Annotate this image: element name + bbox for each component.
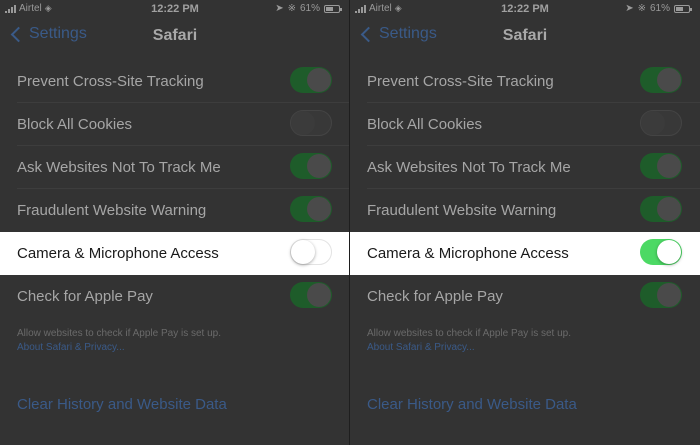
- toggle-knob: [657, 154, 681, 178]
- ask-websites-not-to-track-toggle[interactable]: [290, 153, 332, 179]
- page-title: Safari: [502, 27, 548, 44]
- toggle-knob: [307, 283, 331, 307]
- toggle-knob: [291, 111, 315, 135]
- about-safari-privacy-link[interactable]: About Safari & Privacy...: [17, 342, 125, 353]
- setting-label: Block All Cookies: [17, 116, 133, 133]
- fraudulent-website-warning-toggle[interactable]: [640, 196, 682, 222]
- setting-label: Camera & Microphone Access: [17, 245, 219, 262]
- toggle-knob: [641, 111, 665, 135]
- setting-row-fraudulent-website-warning: Fraudulent Website Warning: [0, 189, 350, 232]
- setting-label: Fraudulent Website Warning: [367, 202, 557, 219]
- location-icon: ➤: [625, 3, 634, 14]
- settings-screen-after: Airtel ◈ 12:22 PM ➤ ※ 61% Settings Safar…: [350, 0, 700, 445]
- bluetooth-icon: ※: [637, 3, 646, 14]
- setting-row-check-for-apple-pay: Check for Apple Pay: [350, 275, 700, 318]
- setting-label: Ask Websites Not To Track Me: [17, 159, 221, 176]
- setting-row-camera-microphone-access: Camera & Microphone Access: [0, 232, 350, 275]
- setting-label: Check for Apple Pay: [17, 288, 153, 305]
- camera-microphone-access-toggle[interactable]: [290, 239, 332, 265]
- setting-label: Fraudulent Website Warning: [17, 202, 207, 219]
- setting-label: Block All Cookies: [367, 116, 483, 133]
- block-all-cookies-toggle[interactable]: [290, 110, 332, 136]
- check-for-apple-pay-toggle[interactable]: [290, 282, 332, 308]
- page-title: Safari: [152, 27, 198, 44]
- toggle-knob: [657, 197, 681, 221]
- setting-label: Check for Apple Pay: [367, 288, 503, 305]
- setting-row-prevent-cross-site-tracking: Prevent Cross-Site Tracking: [0, 60, 350, 103]
- apple-pay-footnote: Allow websites to check if Apple Pay is …: [367, 328, 571, 339]
- apple-pay-footnote: Allow websites to check if Apple Pay is …: [17, 328, 221, 339]
- location-icon: ➤: [275, 3, 284, 14]
- toggle-knob: [657, 68, 681, 92]
- battery-percent: 61%: [649, 3, 670, 14]
- setting-row-block-all-cookies: Block All Cookies: [0, 103, 350, 146]
- check-for-apple-pay-toggle[interactable]: [640, 282, 682, 308]
- toggle-knob: [291, 240, 315, 264]
- clear-history-button[interactable]: Clear History and Website Data: [17, 396, 227, 413]
- toggle-knob: [657, 283, 681, 307]
- setting-row-check-for-apple-pay: Check for Apple Pay: [0, 275, 350, 318]
- battery-percent: 61%: [299, 3, 320, 14]
- setting-label: Camera & Microphone Access: [367, 245, 569, 262]
- bluetooth-icon: ※: [287, 3, 296, 14]
- toggle-knob: [307, 197, 331, 221]
- status-bar: Airtel ◈ 12:22 PM ➤ ※ 61%: [0, 0, 350, 18]
- setting-row-ask-websites-not-to-track: Ask Websites Not To Track Me: [350, 146, 700, 189]
- battery-icon: [674, 4, 692, 13]
- setting-row-camera-microphone-access: Camera & Microphone Access: [350, 232, 700, 275]
- fraudulent-website-warning-toggle[interactable]: [290, 196, 332, 222]
- camera-microphone-access-toggle[interactable]: [640, 239, 682, 265]
- battery-icon: [324, 4, 342, 13]
- setting-row-block-all-cookies: Block All Cookies: [350, 103, 700, 146]
- about-safari-privacy-link[interactable]: About Safari & Privacy...: [367, 342, 475, 353]
- prevent-cross-site-tracking-toggle[interactable]: [640, 67, 682, 93]
- setting-row-fraudulent-website-warning: Fraudulent Website Warning: [350, 189, 700, 232]
- ask-websites-not-to-track-toggle[interactable]: [640, 153, 682, 179]
- clear-history-button[interactable]: Clear History and Website Data: [367, 396, 577, 413]
- navigation-bar: Settings Safari: [0, 18, 350, 58]
- prevent-cross-site-tracking-toggle[interactable]: [290, 67, 332, 93]
- setting-label: Ask Websites Not To Track Me: [367, 159, 571, 176]
- navigation-bar: Settings Safari: [350, 18, 700, 58]
- toggle-knob: [307, 68, 331, 92]
- setting-row-ask-websites-not-to-track: Ask Websites Not To Track Me: [0, 146, 350, 189]
- status-bar: Airtel ◈ 12:22 PM ➤ ※ 61%: [350, 0, 700, 18]
- block-all-cookies-toggle[interactable]: [640, 110, 682, 136]
- toggle-knob: [307, 154, 331, 178]
- setting-label: Prevent Cross-Site Tracking: [17, 73, 204, 90]
- settings-screen-before: Airtel ◈ 12:22 PM ➤ ※ 61% Settings Safar…: [0, 0, 350, 445]
- setting-row-prevent-cross-site-tracking: Prevent Cross-Site Tracking: [350, 60, 700, 103]
- toggle-knob: [657, 240, 681, 264]
- setting-label: Prevent Cross-Site Tracking: [367, 73, 554, 90]
